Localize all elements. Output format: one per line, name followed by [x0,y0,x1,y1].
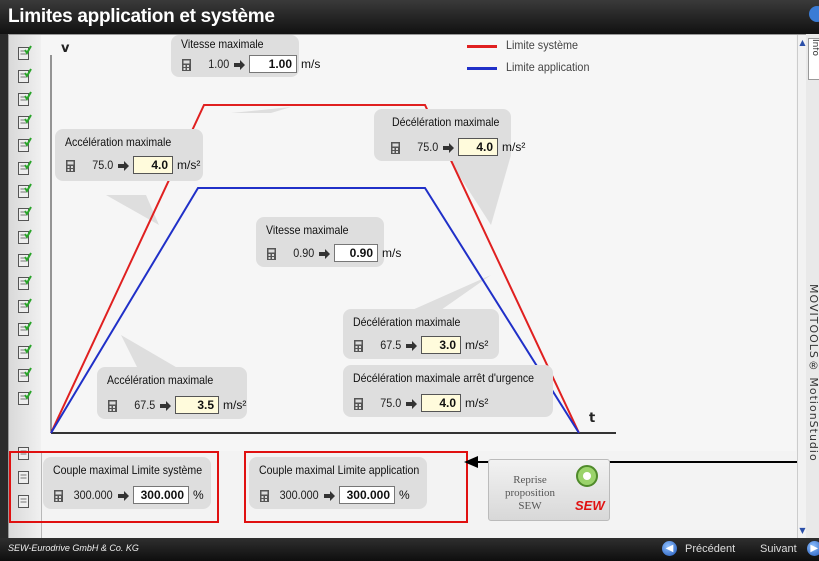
side-panel: Info MOVITOOLS® MotionStudio [806,34,819,538]
apply-arrow-icon[interactable] [234,58,246,70]
sew-proposal-label: Reprise proposition SEW [504,474,556,512]
step-completed-icon[interactable] [18,252,32,267]
step-completed-icon[interactable] [18,298,32,313]
system-max-decel-group: Décélération maximale 75.0 4.0 m/s² [374,109,525,161]
calculator-icon[interactable] [65,159,77,172]
main-panel: v t Limite système Limite application Vi… [8,34,807,540]
unit-label: m/s² [177,158,201,172]
step-completed-icon[interactable] [18,160,32,175]
footer-bar: SEW-Eurodrive GmbH & Co. KG ◀ Précédent … [0,538,819,561]
step-completed-icon[interactable] [18,344,32,359]
calculator-icon[interactable] [353,397,365,410]
system-max-decel-label: Décélération maximale [392,115,500,129]
step-completed-icon[interactable] [18,321,32,336]
calculator-icon[interactable] [107,399,119,412]
limits-diagram: v t Limite système Limite application Vi… [41,35,796,451]
system-max-speed-input[interactable]: 1.00 [249,55,297,73]
back-arrow-icon: ◀ [662,541,677,556]
step-completed-icon[interactable] [18,91,32,106]
previous-label: Précédent [685,542,736,555]
legend-swatch-application [467,67,497,70]
app-emergency-decel-input[interactable]: 4.0 [421,394,461,412]
step-completed-icon[interactable] [18,229,32,244]
previous-button[interactable]: ◀ Précédent [662,539,735,558]
step-completed-icon[interactable] [18,206,32,221]
app-max-speed-proposed: 0.90 [293,246,315,260]
app-max-speed-input[interactable]: 0.90 [334,244,378,262]
calculator-icon[interactable] [353,339,365,352]
legend-swatch-system [467,45,497,48]
title-bar: Limites application et système [0,0,819,34]
bubble-pointer [231,107,291,113]
apply-arrow-icon[interactable] [406,339,418,351]
y-axis-label: v [61,41,70,56]
system-max-accel-label: Accélération maximale [65,135,172,149]
unit-label: m/s² [465,338,489,352]
side-product-text: MOVITOOLS® MotionStudio [807,284,819,462]
app-max-decel-group: Décélération maximale 67.5 3.0 m/s² [343,309,499,359]
app-max-speed-group: Vitesse maximale 0.90 0.90 m/s [256,217,401,267]
apply-arrow-icon[interactable] [118,159,130,171]
app-max-accel-label: Accélération maximale [107,373,214,387]
bubble-pointer [446,155,511,225]
app-emergency-decel-group: Décélération maximale arrêt d'urgence 75… [343,365,553,417]
calculator-icon[interactable] [390,141,402,154]
apply-arrow-icon[interactable] [406,397,418,409]
app-max-speed-label: Vitesse maximale [266,223,349,237]
step-completed-icon[interactable] [18,367,32,382]
app-max-accel-input[interactable]: 3.5 [175,396,219,414]
unit-label: m/s² [465,396,489,410]
next-label: Suivant [760,542,797,555]
app-max-decel-label: Décélération maximale [353,315,461,329]
step-completed-icon[interactable] [18,68,32,83]
highlight-box-system-torque [9,451,219,523]
system-max-decel-proposed: 75.0 [417,140,439,154]
system-max-speed-proposed: 1.00 [208,57,230,71]
step-completed-icon[interactable] [18,275,32,290]
apply-arrow-icon[interactable] [319,247,331,259]
system-max-decel-input[interactable]: 4.0 [458,138,498,156]
step-completed-icon[interactable] [18,390,32,405]
system-max-accel-proposed: 75.0 [92,158,114,172]
apply-arrow-icon[interactable] [443,141,455,153]
forward-arrow-icon: ▶ [806,541,819,556]
legend-label-application: Limite application [506,60,590,74]
sew-logo: SEW [575,498,605,513]
copyright-text: SEW-Eurodrive GmbH & Co. KG [8,543,139,553]
app-max-accel-proposed: 67.5 [134,398,156,412]
step-completed-icon[interactable] [18,45,32,60]
app-emergency-decel-label: Décélération maximale arrêt d'urgence [353,371,535,385]
system-max-speed-label: Vitesse maximale [181,37,264,51]
system-max-accel-group: Accélération maximale 75.0 4.0 m/s² [55,129,203,181]
step-completed-icon[interactable] [18,137,32,152]
app-max-decel-input[interactable]: 3.0 [421,336,461,354]
apply-arrow-icon[interactable] [160,399,172,411]
x-axis-label: t [589,411,596,426]
calculator-icon[interactable] [181,58,193,71]
system-max-accel-input[interactable]: 4.0 [133,156,173,174]
app-emergency-decel-proposed: 75.0 [380,396,402,410]
info-tab[interactable]: Info [808,38,819,80]
highlight-box-app-torque [244,451,468,523]
app-max-decel-proposed: 67.5 [380,338,402,352]
step-completed-icon[interactable] [18,114,32,129]
legend-label-system: Limite système [506,38,579,52]
calculator-icon[interactable] [266,247,278,260]
window-title: Limites application et système [8,6,275,27]
unit-label: m/s² [502,140,526,154]
unit-label: m/s² [223,398,247,412]
next-button[interactable]: Suivant ▶ [760,539,819,558]
system-max-speed-group: Vitesse maximale 1.00 1.00 m/s [171,35,320,77]
window-control-icon[interactable] [809,6,819,22]
unit-label: m/s [382,246,402,260]
refresh-icon [576,465,598,487]
sew-proposal-button[interactable]: Reprise proposition SEW SEW [488,459,610,521]
app-max-accel-group: Accélération maximale 67.5 3.5 m/s² [97,367,247,419]
unit-label: m/s [301,57,321,71]
step-completed-icon[interactable] [18,183,32,198]
